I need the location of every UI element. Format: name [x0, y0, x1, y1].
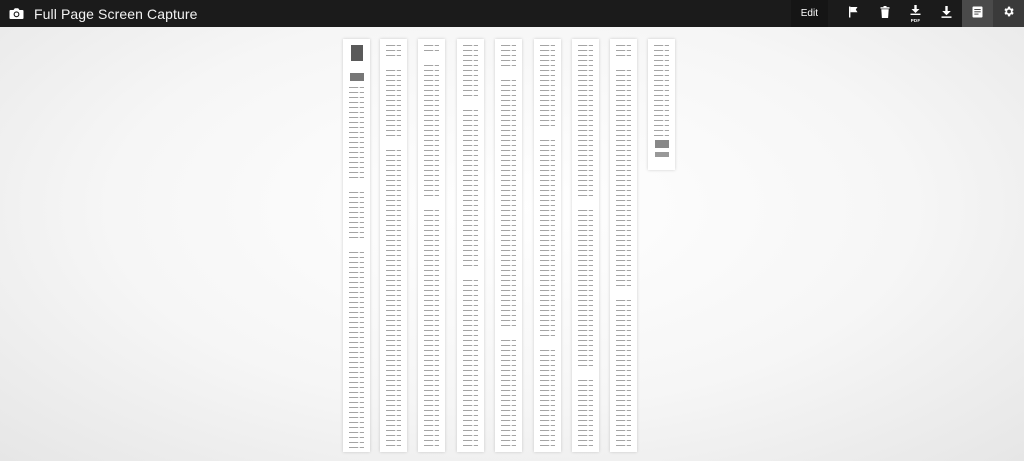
page-image	[655, 152, 669, 157]
page-image	[350, 73, 364, 81]
capture-page-6[interactable]	[534, 39, 561, 452]
capture-page-3[interactable]	[418, 39, 445, 452]
capture-page-7[interactable]	[572, 39, 599, 452]
capture-preview	[0, 0, 1024, 461]
capture-page-5[interactable]	[495, 39, 522, 452]
capture-page-1[interactable]	[343, 39, 370, 452]
capture-page-4[interactable]	[457, 39, 484, 452]
capture-page-8[interactable]	[610, 39, 637, 452]
capture-page-2[interactable]	[380, 39, 407, 452]
capture-page-9[interactable]	[648, 39, 675, 170]
page-image	[351, 45, 363, 61]
page-image	[655, 140, 669, 148]
